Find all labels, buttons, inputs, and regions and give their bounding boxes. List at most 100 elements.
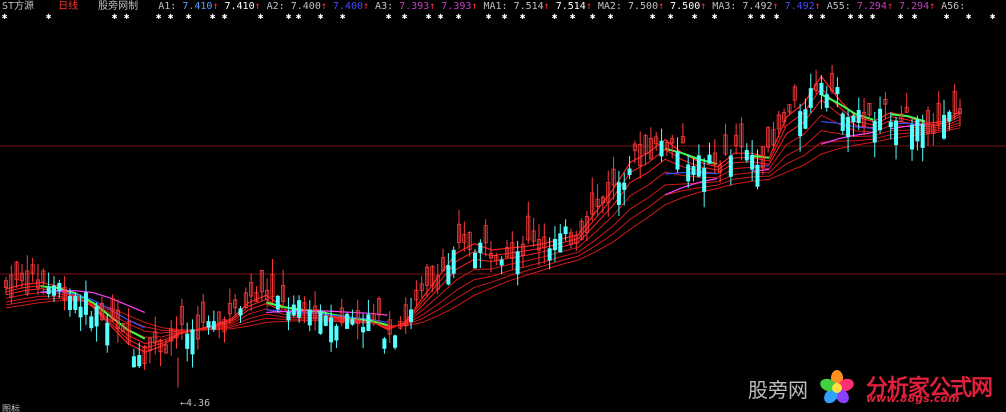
indicator-item: A55: 7.294↑ [827,1,899,12]
period-label[interactable]: 日线 [58,1,78,12]
down-candle-body [659,140,664,157]
indicator-item: 7.492↑ [785,1,827,12]
indicator-item: 7.410↑ [224,1,266,12]
ma-ribbon-line [5,75,961,353]
down-candle-body [686,164,691,182]
down-candle-body [878,108,883,131]
chart-window: ST方源 日线 股旁网制 A1: 7.410↑ 7.410↑ A2: 7.400… [0,0,1006,412]
down-candle-body [750,154,755,170]
indicator-item: MA1: 7.514↑ [483,1,555,12]
down-candle-body [211,321,216,330]
signal-star-icon: ✱ [692,12,698,22]
kline-chart [0,64,1006,388]
down-candle-body [872,120,877,143]
indicator-item: 7.400↑ [333,1,375,12]
signal-star-icon: ✱ [210,12,216,22]
signal-star-icon: ✱ [286,12,292,22]
down-candle-body [856,110,861,123]
indicator-value: 7.410 [182,1,213,12]
down-candle-body [393,335,398,348]
down-candle-body [547,248,552,261]
down-candle-body [291,304,296,316]
low-price-label: ←4.36 [180,398,211,409]
signal-star-icon: ✱ [808,12,814,22]
signal-star-icon: ✱ [552,12,558,22]
signal-star-icon: ✱ [386,12,392,22]
indicator-value: 7.492 [784,1,815,12]
down-candle-body [707,154,712,164]
down-candle-body [894,120,899,146]
signal-star-icon: ✱ [168,12,174,22]
signal-star-icon: ✱ [456,12,462,22]
ma-magenta-segment [751,168,770,172]
ma-green-segment [890,113,909,118]
signal-star-icon: ✱ [258,12,264,22]
down-candle-body [286,311,291,321]
up-arrow-icon: ↑ [886,1,899,12]
signal-star-icon: ✱ [46,12,52,22]
down-candle-body [78,306,83,318]
down-candle-body [67,295,72,311]
down-candle-body [824,94,829,108]
down-candle-body [57,282,62,292]
indicator-value: 7.294 [856,1,887,12]
indicator-value: 7.393 [399,1,430,12]
corner-label: 图标 [2,405,21,412]
down-candle-body [131,356,136,368]
watermark: 股旁网 分析家公式网 www.88gs.com [748,370,998,405]
down-candle-body [361,326,366,333]
signal-star-icon: ✱ [502,12,508,22]
indicator-value: 7.294 [898,1,930,12]
stock-name[interactable]: ST方源 [2,1,34,12]
signal-star-icon: ✱ [848,12,854,22]
signal-star-icon: ✱ [820,12,826,22]
ma-magenta-segment [266,310,284,314]
indicator-item: MA3: 7.492↑ [712,1,784,12]
signal-star-icon: ✱ [590,12,596,22]
signal-star-icon: ✱ [112,12,118,22]
ma-magenta-segment [92,291,111,299]
down-candle-body [329,317,334,343]
down-candle-body [691,166,696,176]
watermark-site-text: 股旁网 [748,378,808,402]
down-candle-body [350,319,355,325]
indicator-value: 7.514 [555,1,586,12]
signal-star-icon: ✱ [402,12,408,22]
down-candle-body [808,88,813,108]
down-candle-body [51,285,56,296]
signal-star-icon: ✱ [186,12,192,22]
signal-star-row: ✱ ✱ ✱ ✱ ✱ ✱ ✱ ✱ ✱ ✱ ✱ ✱ ✱ ✱ ✱ ✱ ✱ ✱ ✱ ✱ ✱ ✱ ✱ ✱ ✱ ✱ ✱ ✱ ✱ ✱ ✱ ✱ ✱ ✱ ✱ ✱ ✱ ✱ ✱ ✱… [0,12,1006,22]
ma-ribbon-line [5,87,961,349]
indicator-value: 7.492 [742,1,773,12]
ma-ribbon-line [5,122,961,334]
down-candle-body [89,316,94,329]
down-candle-body [888,121,893,128]
down-candle-body [558,233,563,253]
down-candle-body [451,249,456,274]
indicator-item: 7.393↑ [441,1,483,12]
signal-star-icon: ✱ [748,12,754,22]
down-candle-body [947,111,952,122]
down-candle-body [275,295,280,310]
indicator-value: 7.393 [441,1,472,12]
down-candle-body [744,150,749,161]
signal-star-icon: ✱ [520,12,526,22]
ma-magenta-segment [335,310,353,314]
down-candle-body [382,338,387,349]
ma-magenta-segment [127,304,145,313]
indicator-label: A55: [826,1,857,12]
signal-star-icon: ✱ [2,12,8,22]
signal-star-icon: ✱ [608,12,614,22]
down-candle-body [728,155,733,177]
ma-magenta-segment [352,311,371,314]
formula-name: 股旁网制 [98,1,139,12]
up-arrow-icon: ↑ [320,1,333,12]
up-arrow-icon: ↑ [814,1,827,12]
down-candle-body [515,251,520,275]
down-candle-body [627,168,632,175]
signal-star-icon: ✱ [944,12,950,22]
up-arrow-icon: ↑ [929,1,942,12]
down-candle-body [105,322,110,346]
down-candle-body [345,313,350,329]
signal-star-icon: ✱ [898,12,904,22]
